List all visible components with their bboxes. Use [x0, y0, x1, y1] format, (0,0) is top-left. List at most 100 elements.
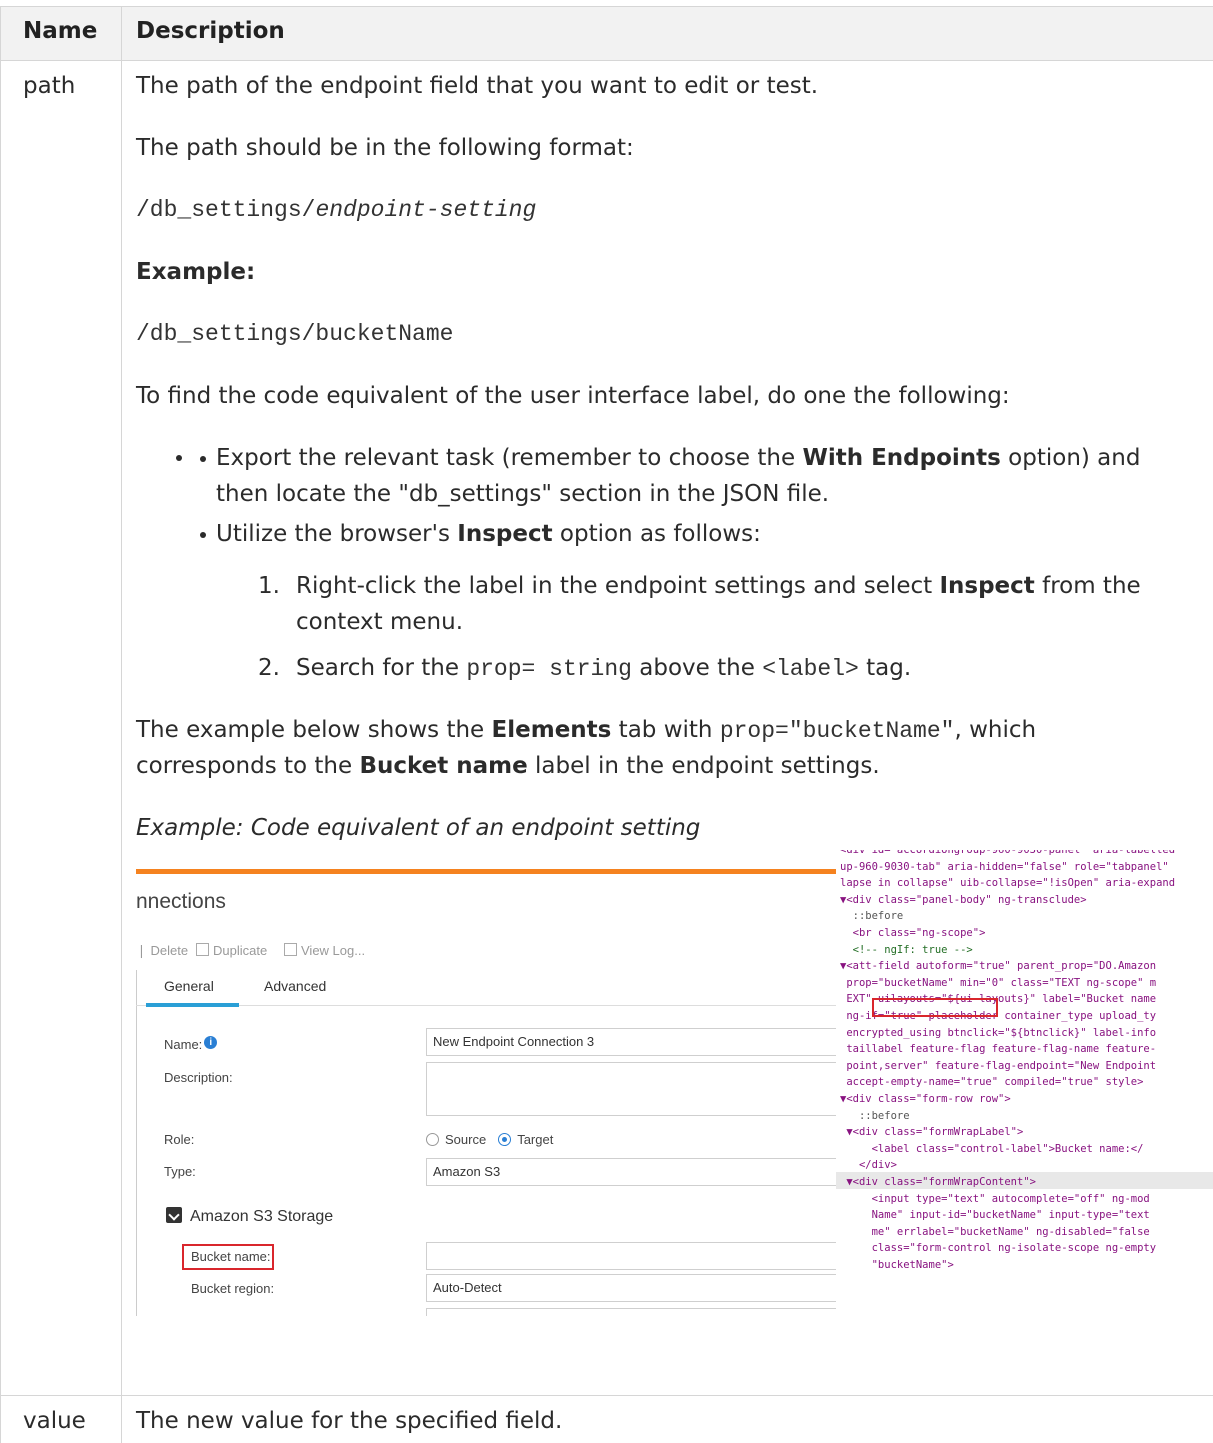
section-title: Amazon S3 Storage [190, 1208, 334, 1225]
code-line: me" errlabel="bucketName" ng-disabled="f… [840, 1225, 1150, 1238]
code-line: Name" input-id="bucketName" input-type="… [840, 1209, 1150, 1222]
p5-b: Bucket name [359, 753, 528, 779]
role-label: Role: [164, 1132, 195, 1147]
panel-border [136, 970, 137, 1316]
step2-code-label: <label> [762, 656, 859, 682]
code-line: ▼<div class="form-row row"> [840, 1093, 1011, 1105]
step1-num: 1. [258, 573, 280, 599]
p5-c: label in the endpoint settings. [527, 753, 880, 779]
tab-general: General [164, 978, 214, 994]
role-target-label: Target [517, 1132, 554, 1147]
toolbar-delete: ❘ Delete [136, 943, 188, 959]
code-line: <label class="control-label">Bucket name… [840, 1142, 1144, 1155]
example-label: Example: [136, 254, 255, 290]
p4-d: , which [954, 717, 1037, 743]
name-label-text: Name: [164, 1037, 203, 1052]
endpoint-settings-screenshot: nnections ❘ Delete Duplicate View Log...… [136, 850, 846, 1316]
bullet-dot [176, 455, 182, 461]
p4-b: Elements [491, 717, 612, 743]
code-line: <br class="ng-scope"> [840, 927, 986, 939]
bucket-name-field [426, 1242, 846, 1270]
code-line: encrypted_using btnclick="${btnclick}" l… [840, 1026, 1157, 1039]
bullet1-c: option) and [1000, 445, 1141, 471]
code-line: <input type="text" autocomplete="off" ng… [840, 1192, 1150, 1205]
p4-c: tab with [611, 717, 720, 743]
bullet1-b: With Endpoints [802, 445, 1001, 471]
code-line: class="form-control ng-isolate-scope ng-… [840, 1242, 1157, 1255]
s3-storage-section: Amazon S3 Storage [166, 1207, 333, 1226]
highlight-box-label [182, 1244, 274, 1270]
step2-num: 2. [258, 655, 280, 681]
example-code: /db_settings/bucketName [136, 321, 454, 347]
parameters-table: Name Description path The path of the en… [0, 0, 1213, 1443]
table-border-left [0, 6, 1, 1443]
table-border-top [0, 6, 1213, 7]
role-options: Source Target [426, 1132, 553, 1147]
p4-code: prop="bucketName" [719, 718, 955, 744]
code-line: accept-empty-name="true" compiled="true"… [840, 1076, 1144, 1089]
header-name: Name [23, 18, 98, 44]
row-name-value: value [23, 1408, 86, 1434]
tabs-divider [136, 1005, 836, 1006]
code-line: ▼<div class="formWrapContent"> [840, 1176, 1036, 1188]
code-line: <div id="accordiongroup-960-9030-panel" … [840, 850, 1176, 856]
role-source-label: Source [445, 1132, 487, 1147]
connections-title: nnections [136, 890, 226, 913]
bullet2-b: Inspect [457, 521, 553, 547]
info-icon: i [204, 1036, 218, 1049]
step2-b: above the [631, 655, 763, 681]
code-line: ::before [840, 1109, 910, 1122]
step2-c: tag. [858, 655, 912, 681]
bullet2-c: option as follows: [552, 521, 761, 547]
type-label: Type: [164, 1164, 196, 1179]
description-label: Description: [164, 1070, 233, 1085]
bullet-dot-2 [200, 532, 206, 538]
name-field: New Endpoint Connection 3 [426, 1028, 846, 1056]
code-line: ▼<div class="formWrapLabel"> [840, 1126, 1024, 1139]
code-line: ▼<att-field autoform="true" parent_prop=… [840, 960, 1157, 973]
step1-c: from the [1034, 573, 1141, 599]
path-format-prefix: /db_settings/ [136, 197, 316, 223]
header-description: Description [136, 18, 285, 44]
toolbar-duplicate: Duplicate [196, 943, 267, 958]
code-line: lapse in collapse" uib-collapse="!isOpen… [840, 877, 1176, 890]
accent-bar [136, 869, 836, 874]
toolbar-view-log: View Log... [284, 943, 365, 958]
bullet-export-line2-text: then locate the "db_settings" section in… [216, 481, 830, 507]
path-format: /db_settings/endpoint-setting [136, 192, 536, 228]
delete-label: Delete [150, 943, 189, 958]
bullet-inspect-text: Utilize the browser's Inspect option as … [216, 516, 761, 552]
step1-line2: context menu. [296, 609, 464, 635]
code-line: ::before [840, 910, 904, 923]
bucket-region-label: Bucket region: [191, 1281, 275, 1296]
p5-a: corresponds to the [136, 753, 360, 779]
table-border-col [121, 6, 122, 1443]
code-line: </div> [840, 1159, 897, 1172]
code-line: up-960-9030-tab" aria-hidden="false" rol… [840, 860, 1169, 873]
path-format-intro: The path should be in the following form… [136, 135, 634, 161]
tab-advanced: Advanced [264, 978, 327, 994]
step2-a: Search for the [296, 655, 467, 681]
bullet-dot-1 [200, 456, 206, 462]
view-log-icon [284, 943, 297, 956]
code-line: taillabel feature-flag feature-flag-name… [840, 1043, 1157, 1056]
row-description-value: The new value for the specified field. [136, 1408, 563, 1434]
description-field [426, 1062, 846, 1116]
bullet1-a: Export the relevant task (remember to ch… [216, 445, 803, 471]
highlight-box-prop [872, 998, 998, 1017]
step1-line1: Right-click the label in the endpoint se… [296, 568, 1141, 604]
table-border-row [0, 1395, 1213, 1396]
path-description: The path of the endpoint field that you … [136, 73, 819, 99]
delete-icon: ❘ [136, 943, 147, 958]
path-format-variable: endpoint-setting [315, 197, 537, 223]
figure-caption: Example: Code equivalent of an endpoint … [136, 815, 701, 841]
chevron-down-icon [166, 1207, 182, 1223]
duplicate-label: Duplicate [213, 943, 268, 958]
table-border-header [0, 60, 1213, 61]
devtools-elements-panel: <div id="accordiongroup-960-9030-panel" … [836, 850, 1213, 1316]
tab-active-indicator [146, 1003, 239, 1007]
p4-a: The example below shows the [136, 717, 492, 743]
elements-para-line1: The example below shows the Elements tab… [136, 712, 1036, 749]
row-name-path: path [23, 73, 76, 99]
bullet-export-line1-text: Export the relevant task (remember to ch… [216, 440, 1140, 476]
